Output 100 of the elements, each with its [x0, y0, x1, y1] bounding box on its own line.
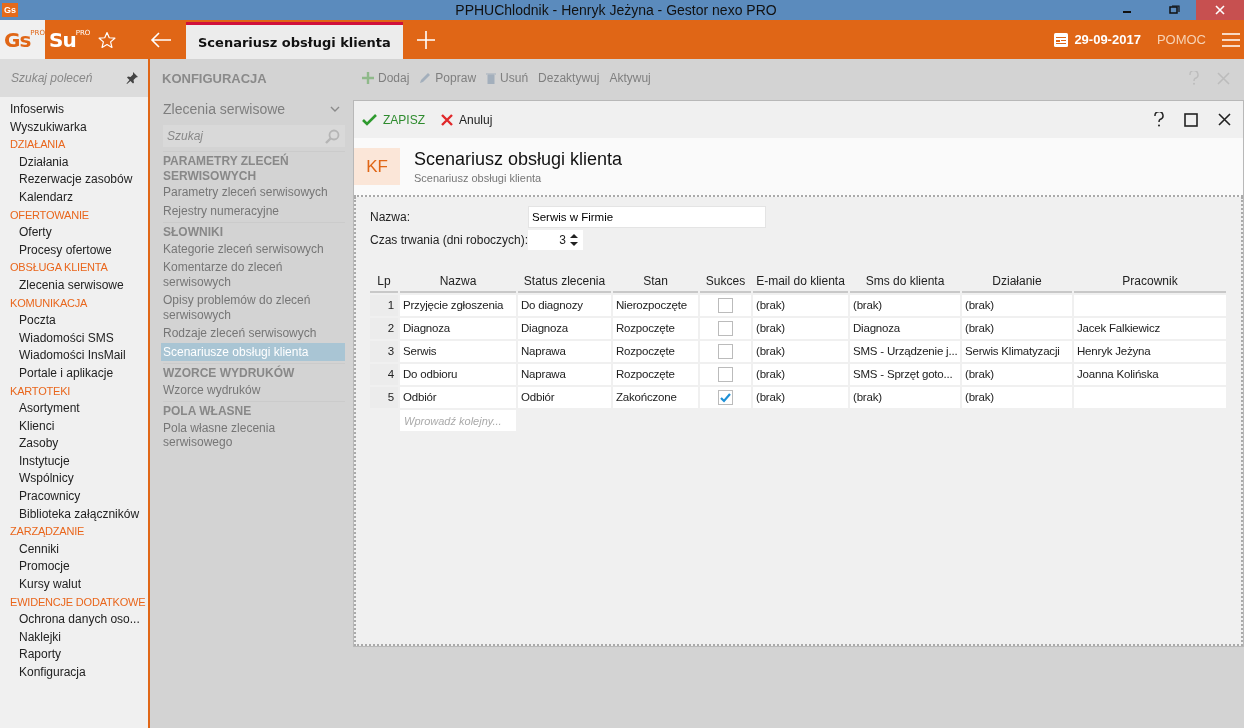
column-header[interactable]: Pracownik — [1074, 271, 1226, 293]
sidebar-item[interactable]: Poczta — [10, 312, 148, 330]
panel-title: KONFIGURACJA — [161, 70, 268, 86]
sidebar-item[interactable]: Wiadomości InsMail — [10, 347, 148, 365]
current-date: 29-09-2017 — [1074, 32, 1141, 47]
table-cell: (brak) — [753, 387, 848, 408]
table-cell: 5 — [370, 387, 398, 408]
sidebar-item[interactable]: Pracownicy — [10, 488, 148, 506]
sidebar-item[interactable]: Oferty — [10, 224, 148, 242]
chevron-down-icon — [330, 106, 340, 112]
sidebar-item[interactable]: Infoserwis — [10, 101, 148, 119]
sidebar-item[interactable]: Zlecenia serwisowe — [10, 276, 148, 295]
group-header: PARAMETRY ZLECEŃ SERWISOWYCH — [163, 154, 290, 183]
section-header: OFERTOWANIE — [10, 207, 90, 223]
column-header[interactable]: Nazwa — [400, 271, 516, 293]
column-header[interactable]: Status zlecenia — [518, 271, 611, 293]
search-field[interactable]: Szukaj — [163, 125, 345, 147]
document-tab[interactable]: Scenariusz obsługi klienta — [186, 22, 403, 59]
table-cell: Naprawa — [518, 364, 611, 385]
table-cell: Serwis Klimatyzacji — [962, 341, 1072, 362]
column-header[interactable]: Sukces — [700, 271, 751, 293]
table-cell: Diagnoza — [400, 318, 516, 339]
sidebar-item[interactable]: Instytucje — [10, 452, 148, 471]
pin-icon[interactable] — [126, 72, 138, 84]
sidebar-item[interactable]: Asortyment — [10, 400, 148, 418]
cancel-button[interactable]: Anuluj — [441, 112, 493, 127]
new-row-input[interactable]: Wprowadź kolejny... — [400, 410, 516, 431]
table-cell: (brak) — [962, 295, 1072, 316]
column-header[interactable]: Działanie — [962, 271, 1072, 293]
checkbox[interactable] — [718, 321, 733, 336]
field-label: Nazwa: — [370, 209, 411, 224]
cross-icon — [441, 113, 453, 126]
table-cell: Jacek Falkiewicz — [1074, 318, 1226, 339]
table-cell: Rozpoczęte — [613, 364, 698, 385]
table-cell: Do diagnozy — [518, 295, 611, 316]
sidebar-item[interactable]: Wiadomości SMS — [10, 329, 148, 348]
sidebar-item[interactable]: Kursy walut — [10, 576, 148, 594]
section-header: EWIDENCJE DODATKOWE — [10, 594, 147, 610]
sidebar-item[interactable]: Wspólnicy — [10, 470, 148, 489]
plus-icon[interactable] — [416, 30, 435, 49]
table-cell: Diagnoza — [850, 318, 960, 339]
section-header: KOMUNIKACJA — [10, 295, 89, 311]
section-header: OBSŁUGA KLIENTA — [10, 260, 109, 276]
trash-icon — [486, 72, 497, 84]
sidebar-item[interactable]: Klienci — [10, 417, 148, 436]
table-cell: 4 — [370, 364, 398, 385]
app-icon: Gs — [2, 3, 18, 17]
sidebar-item[interactable]: Kalendarz — [10, 188, 148, 207]
dialog-title: Scenariusz obsługi klienta — [414, 149, 623, 170]
save-button[interactable]: ZAPISZ — [362, 112, 425, 127]
table-cell: SMS - Sprzęt goto... — [850, 364, 960, 385]
checkbox[interactable] — [718, 390, 733, 405]
dialog-subtitle: Scenariusz obsługi klienta — [414, 172, 543, 184]
sidebar-item[interactable]: Naklejki — [10, 628, 148, 647]
sidebar-item[interactable]: Cenniki — [10, 540, 148, 559]
search-input[interactable]: Szukaj poleceń — [9, 70, 126, 86]
section-header: DZIAŁANIA — [10, 137, 67, 153]
table-cell: 2 — [370, 318, 398, 339]
table-cell: Henryk Jeżyna — [1074, 341, 1226, 362]
sidebar-item[interactable]: Ochrona danych oso... — [10, 611, 148, 629]
table-cell: Do odbioru — [400, 364, 516, 385]
sidebar-item[interactable]: Procesy ofertowe — [10, 241, 148, 260]
sidebar-item[interactable]: Zasoby — [10, 435, 148, 453]
close-icon[interactable] — [1218, 113, 1231, 126]
checkbox[interactable] — [718, 344, 733, 359]
sidebar-item[interactable]: Promocje — [10, 558, 148, 577]
column-header[interactable]: Sms do klienta — [850, 271, 960, 293]
sidebar-item[interactable]: Rezerwacje zasobów — [10, 171, 148, 189]
maximize-icon[interactable] — [1184, 112, 1198, 127]
sidebar-item[interactable]: Działania — [10, 153, 148, 172]
name-input[interactable]: Serwis w Firmie — [528, 205, 766, 228]
star-icon[interactable] — [98, 30, 116, 49]
column-header[interactable]: Stan — [613, 271, 698, 293]
duration-spinner[interactable]: 3 — [528, 229, 583, 250]
table-cell: Serwis — [400, 341, 516, 362]
table-cell: (brak) — [962, 387, 1072, 408]
table-cell: Rozpoczęte — [613, 318, 698, 339]
menu-icon[interactable] — [1222, 32, 1240, 47]
column-header[interactable]: E-mail do klienta — [753, 271, 848, 293]
help-icon[interactable] — [1154, 112, 1164, 127]
field-label: Czas trwania (dni roboczych): — [370, 232, 528, 247]
sidebar-item[interactable]: Konfiguracja — [10, 664, 148, 682]
checkmark-icon — [362, 113, 377, 126]
sidebar-item[interactable]: Wyszukiwarka — [10, 118, 148, 137]
back-arrow-icon[interactable] — [150, 31, 172, 48]
section-header: KARTOTEKI — [10, 383, 72, 399]
checkbox[interactable] — [718, 298, 733, 313]
command-search-field[interactable]: Szukaj poleceń — [0, 59, 148, 97]
table-cell: SMS - Urządzenie j... — [850, 341, 960, 362]
table-cell: (brak) — [962, 318, 1072, 339]
sidebar-item[interactable]: Raporty — [10, 646, 148, 664]
search-icon[interactable] — [325, 129, 340, 144]
column-header[interactable]: Lp — [370, 271, 398, 293]
sidebar-item[interactable]: Biblioteka załączników — [10, 505, 148, 524]
table-cell: Odbiór — [518, 387, 611, 408]
table-cell: Joanna Kolińska — [1074, 364, 1226, 385]
table-cell: 1 — [370, 295, 398, 316]
checkbox[interactable] — [718, 367, 733, 382]
table-cell: Przyjęcie zgłoszenia — [400, 295, 516, 316]
sidebar-item[interactable]: Portale i aplikacje — [10, 364, 148, 383]
